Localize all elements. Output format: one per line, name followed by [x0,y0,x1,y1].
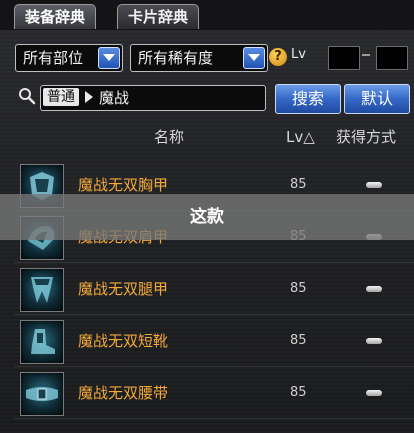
tab-card-dictionary[interactable]: 卡片辞典 [117,4,200,29]
rarity-select-value: 所有稀有度 [138,49,214,67]
acquire-icon[interactable] [366,182,382,188]
slot-select-value: 所有部位 [23,49,84,67]
acquire-icon[interactable] [366,338,382,344]
level-min-input[interactable] [328,46,360,70]
boots-icon [20,320,64,364]
acquire-icon[interactable] [366,390,382,396]
default-button[interactable]: 默认 [344,84,410,114]
rarity-select[interactable]: 所有稀有度 [130,44,268,72]
table-row[interactable]: 魔战无双腿甲 85 [14,264,414,315]
tab-equipment-dictionary[interactable]: 装备辞典 [14,4,97,29]
search-button[interactable]: 搜索 [275,84,341,114]
column-acquire[interactable]: 获得方式 [336,124,396,150]
item-level: 85 [290,385,307,400]
acquire-icon[interactable] [366,286,382,292]
table-header: 名称 Lv△ 获得方式 [14,124,414,150]
item-level: 85 [290,281,307,296]
table-row[interactable]: 魔战无双腰带 85 [14,368,414,419]
item-level: 85 [290,333,307,348]
level-label: Lv [291,47,306,62]
caption-overlay: 这款 [0,194,414,240]
item-name: 魔战无双腿甲 [78,280,169,298]
help-icon[interactable]: ? [269,48,287,66]
filter-row: 所有部位 所有稀有度 ? Lv [0,44,414,76]
belt-icon [20,372,64,416]
column-name[interactable]: 名称 [154,124,184,150]
level-range-separator [362,54,370,56]
tab-bar: 装备辞典 卡片辞典 [0,0,414,30]
table-row[interactable]: 魔战无双短靴 85 [14,316,414,367]
slot-select[interactable]: 所有部位 [15,44,123,72]
column-level[interactable]: Lv△ [286,124,315,150]
leg-armor-icon [20,268,64,312]
chip-arrow-icon [85,91,93,103]
search-input[interactable]: 普通 魔战 [40,85,266,111]
caption-text: 这款 [190,207,224,227]
search-query[interactable]: 魔战 [99,86,129,110]
item-name: 魔战无双短靴 [78,332,169,350]
level-max-input[interactable] [376,46,408,70]
chevron-down-icon[interactable] [98,47,120,69]
search-icon [19,88,36,105]
category-chip[interactable]: 普通 [43,88,79,106]
chevron-down-icon[interactable] [243,47,265,69]
item-name: 魔战无双腰带 [78,384,169,402]
